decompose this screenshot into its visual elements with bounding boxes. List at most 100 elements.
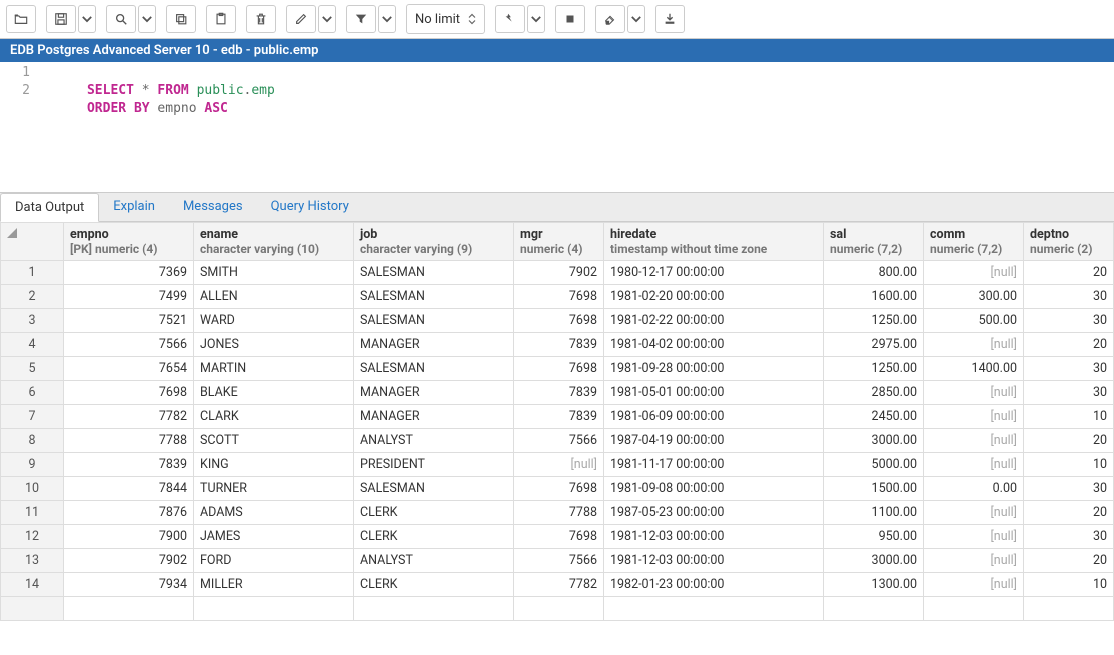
cell-deptno[interactable]: 20 xyxy=(1024,429,1114,453)
delete-button[interactable] xyxy=(246,5,276,33)
cell-deptno[interactable]: 30 xyxy=(1024,525,1114,549)
row-number[interactable]: 5 xyxy=(1,357,64,381)
save-dropdown-button[interactable] xyxy=(78,5,96,33)
table-row[interactable]: 47566JONESMANAGER78391981-04-02 00:00:00… xyxy=(1,333,1114,357)
cell-comm[interactable]: [null] xyxy=(924,573,1024,597)
cell-comm[interactable]: 0.00 xyxy=(924,477,1024,501)
cell-empno[interactable]: 7902 xyxy=(64,549,194,573)
cell-hiredate[interactable]: 1981-09-28 00:00:00 xyxy=(604,357,824,381)
cell-empno[interactable]: 7654 xyxy=(64,357,194,381)
cell-ename[interactable]: BLAKE xyxy=(194,381,354,405)
cell-empno[interactable]: 7499 xyxy=(64,285,194,309)
cell-deptno[interactable]: 10 xyxy=(1024,405,1114,429)
cell-empno[interactable]: 7782 xyxy=(64,405,194,429)
cell-empno[interactable]: 7369 xyxy=(64,261,194,285)
cell-mgr[interactable]: 7788 xyxy=(514,501,604,525)
table-row[interactable]: 127900JAMESCLERK76981981-12-03 00:00:009… xyxy=(1,525,1114,549)
cell-ename[interactable]: WARD xyxy=(194,309,354,333)
cell-comm[interactable]: 500.00 xyxy=(924,309,1024,333)
cell-deptno[interactable]: 30 xyxy=(1024,381,1114,405)
execute-dropdown-button[interactable] xyxy=(527,5,545,33)
cell-mgr[interactable]: [null] xyxy=(514,453,604,477)
cell-empno[interactable]: 7900 xyxy=(64,525,194,549)
cell-sal[interactable]: 5000.00 xyxy=(824,453,924,477)
cell-mgr[interactable]: 7698 xyxy=(514,357,604,381)
tab-explain[interactable]: Explain xyxy=(99,193,169,221)
cell-hiredate[interactable]: 1981-02-22 00:00:00 xyxy=(604,309,824,333)
cell-ename[interactable]: JAMES xyxy=(194,525,354,549)
row-number[interactable]: 10 xyxy=(1,477,64,501)
cell-comm[interactable]: [null] xyxy=(924,501,1024,525)
row-number[interactable]: 2 xyxy=(1,285,64,309)
row-number[interactable]: 6 xyxy=(1,381,64,405)
row-number[interactable]: 8 xyxy=(1,429,64,453)
column-header-empno[interactable]: empno[PK] numeric (4) xyxy=(64,223,194,261)
tab-messages[interactable]: Messages xyxy=(169,193,257,221)
row-number[interactable]: 9 xyxy=(1,453,64,477)
row-number[interactable]: 3 xyxy=(1,309,64,333)
cell-comm[interactable]: [null] xyxy=(924,549,1024,573)
cell-hiredate[interactable]: 1981-06-09 00:00:00 xyxy=(604,405,824,429)
row-number[interactable]: 1 xyxy=(1,261,64,285)
cell-hiredate[interactable]: 1981-04-02 00:00:00 xyxy=(604,333,824,357)
cell-sal[interactable]: 2850.00 xyxy=(824,381,924,405)
cell-mgr[interactable]: 7566 xyxy=(514,429,604,453)
edit-button[interactable] xyxy=(286,5,316,33)
cell-sal[interactable]: 800.00 xyxy=(824,261,924,285)
row-number[interactable]: 7 xyxy=(1,405,64,429)
execute-button[interactable] xyxy=(495,5,525,33)
cell-sal[interactable]: 950.00 xyxy=(824,525,924,549)
cell-empno[interactable]: 7839 xyxy=(64,453,194,477)
cell-job[interactable]: SALESMAN xyxy=(354,357,514,381)
table-row[interactable]: 57654MARTINSALESMAN76981981-09-28 00:00:… xyxy=(1,357,1114,381)
cell-hiredate[interactable]: 1987-05-23 00:00:00 xyxy=(604,501,824,525)
cell-empno[interactable]: 7698 xyxy=(64,381,194,405)
table-row[interactable]: 17369SMITHSALESMAN79021980-12-17 00:00:0… xyxy=(1,261,1114,285)
clear-button[interactable] xyxy=(595,5,625,33)
cell-job[interactable]: SALESMAN xyxy=(354,261,514,285)
cell-sal[interactable]: 1600.00 xyxy=(824,285,924,309)
copy-button[interactable] xyxy=(166,5,196,33)
cell-ename[interactable]: MARTIN xyxy=(194,357,354,381)
cell-comm[interactable]: [null] xyxy=(924,333,1024,357)
cell-hiredate[interactable]: 1980-12-17 00:00:00 xyxy=(604,261,824,285)
filter-button[interactable] xyxy=(346,5,376,33)
cell-comm[interactable]: 300.00 xyxy=(924,285,1024,309)
filter-dropdown-button[interactable] xyxy=(378,5,396,33)
tab-data-output[interactable]: Data Output xyxy=(0,193,99,222)
cell-empno[interactable]: 7934 xyxy=(64,573,194,597)
cell-mgr[interactable]: 7902 xyxy=(514,261,604,285)
cell-deptno[interactable]: 20 xyxy=(1024,549,1114,573)
table-row[interactable]: 77782CLARKMANAGER78391981-06-09 00:00:00… xyxy=(1,405,1114,429)
cell-mgr[interactable]: 7698 xyxy=(514,477,604,501)
cell-sal[interactable]: 3000.00 xyxy=(824,429,924,453)
cell-mgr[interactable]: 7698 xyxy=(514,285,604,309)
tab-query-history[interactable]: Query History xyxy=(257,193,363,221)
table-row[interactable]: 107844TURNERSALESMAN76981981-09-08 00:00… xyxy=(1,477,1114,501)
table-row[interactable]: 117876ADAMSCLERK77881987-05-23 00:00:001… xyxy=(1,501,1114,525)
cell-comm[interactable]: 1400.00 xyxy=(924,357,1024,381)
cell-sal[interactable]: 2975.00 xyxy=(824,333,924,357)
cell-hiredate[interactable]: 1987-04-19 00:00:00 xyxy=(604,429,824,453)
row-number[interactable]: 12 xyxy=(1,525,64,549)
column-header-mgr[interactable]: mgrnumeric (4) xyxy=(514,223,604,261)
cell-hiredate[interactable]: 1981-02-20 00:00:00 xyxy=(604,285,824,309)
cell-empno[interactable]: 7788 xyxy=(64,429,194,453)
cell-job[interactable]: MANAGER xyxy=(354,333,514,357)
cell-job[interactable]: PRESIDENT xyxy=(354,453,514,477)
cell-hiredate[interactable]: 1981-09-08 00:00:00 xyxy=(604,477,824,501)
cell-ename[interactable]: ADAMS xyxy=(194,501,354,525)
stop-button[interactable] xyxy=(555,5,585,33)
sql-editor[interactable]: 1 SELECT * FROM public.emp 2 ORDER BY em… xyxy=(0,62,1114,192)
cell-job[interactable]: MANAGER xyxy=(354,405,514,429)
cell-empno[interactable]: 7521 xyxy=(64,309,194,333)
cell-ename[interactable]: SCOTT xyxy=(194,429,354,453)
grid-corner[interactable] xyxy=(1,223,64,261)
rows-limit-select[interactable]: No limit xyxy=(406,4,485,34)
cell-job[interactable]: SALESMAN xyxy=(354,477,514,501)
cell-hiredate[interactable]: 1981-11-17 00:00:00 xyxy=(604,453,824,477)
edit-dropdown-button[interactable] xyxy=(318,5,336,33)
cell-deptno[interactable]: 10 xyxy=(1024,573,1114,597)
cell-hiredate[interactable]: 1981-12-03 00:00:00 xyxy=(604,549,824,573)
cell-comm[interactable]: [null] xyxy=(924,429,1024,453)
